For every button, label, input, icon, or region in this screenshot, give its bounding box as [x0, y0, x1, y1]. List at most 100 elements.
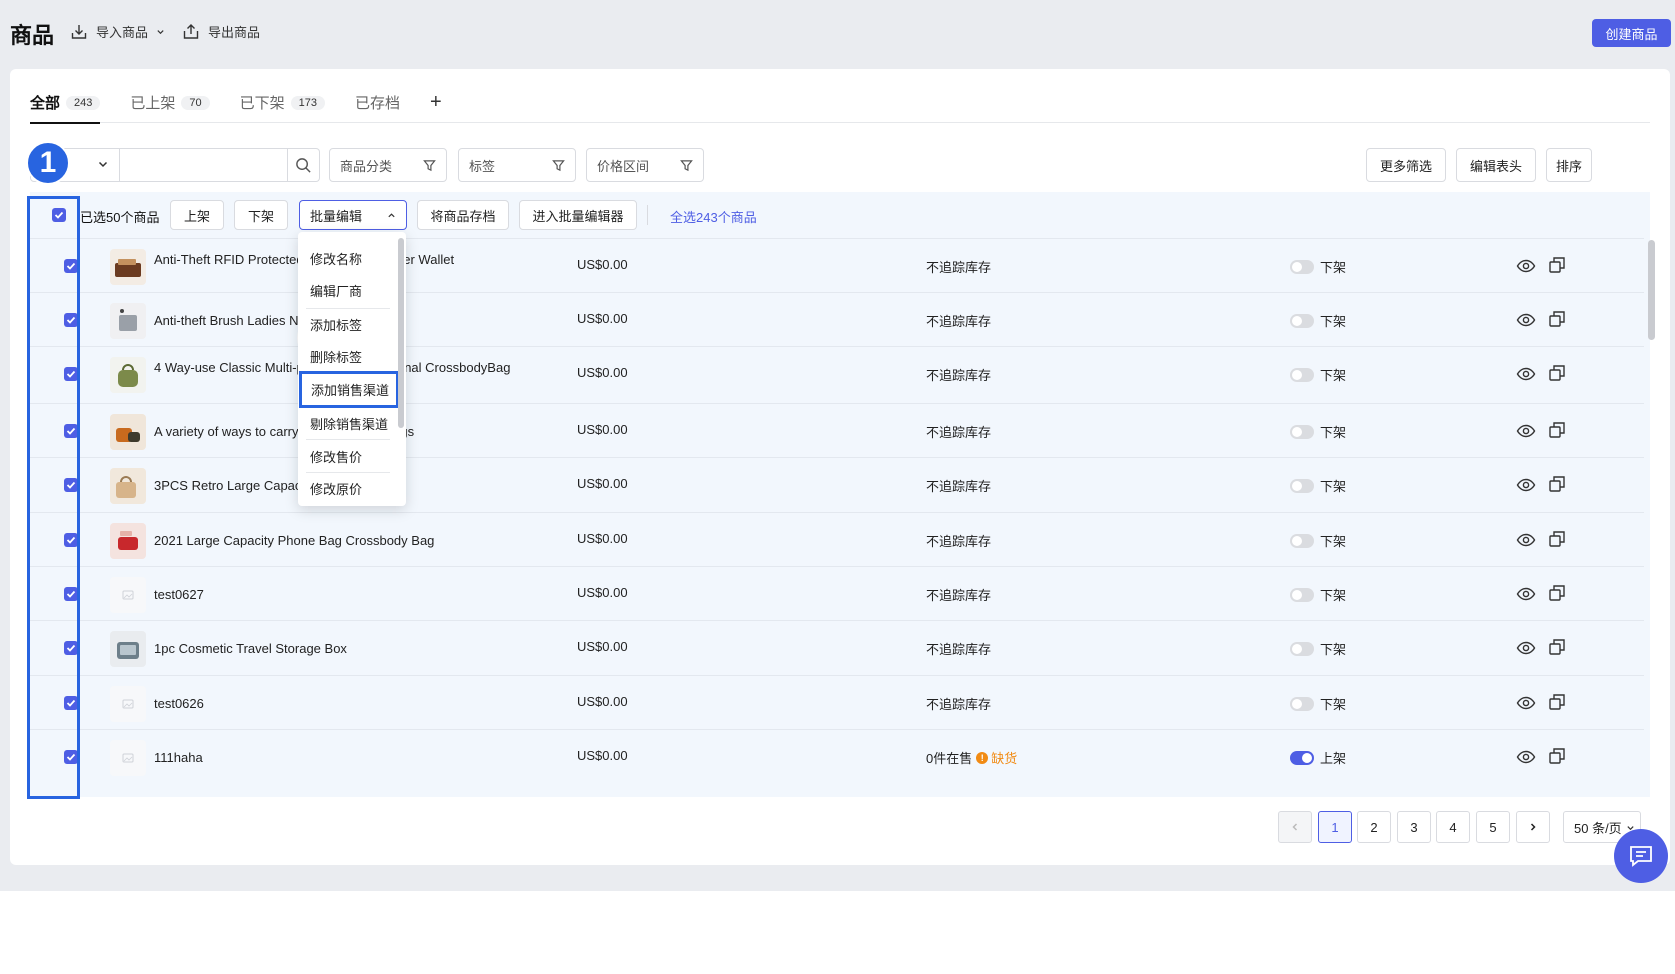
duplicate-icon[interactable] — [1548, 638, 1566, 656]
menu-item-edit-compare-price[interactable]: 修改原价 — [298, 472, 392, 504]
eye-icon[interactable] — [1516, 530, 1536, 550]
create-product-button[interactable]: 创建商品 — [1592, 19, 1671, 47]
menu-item-add-sales-channel[interactable]: 添加销售渠道 — [299, 371, 399, 408]
page-button[interactable]: 4 — [1436, 811, 1470, 843]
menu-item-remove-tag[interactable]: 删除标签 — [298, 340, 392, 372]
select-all-checkbox[interactable] — [52, 208, 66, 222]
publish-toggle[interactable] — [1290, 750, 1314, 765]
eye-icon[interactable] — [1516, 747, 1536, 767]
tab-archived[interactable]: 已存档 — [355, 83, 400, 123]
eye-icon[interactable] — [1516, 638, 1536, 658]
product-name[interactable]: 1pc Cosmetic Travel Storage Box — [154, 639, 514, 659]
product-name[interactable]: 2021 Large Capacity Phone Bag Crossbody … — [154, 531, 514, 551]
more-filters-button[interactable]: 更多筛选 — [1366, 148, 1446, 182]
table-row[interactable]: 2021 Large Capacity Phone Bag Crossbody … — [30, 512, 1644, 567]
table-row[interactable]: Anti-Theft RFID Protected Multi-Card Lea… — [30, 238, 1644, 293]
menu-item-edit-price[interactable]: 修改售价 — [298, 440, 392, 472]
table-scrollbar[interactable] — [1648, 240, 1655, 340]
tag-filter[interactable]: 标签 — [458, 148, 576, 182]
page-button[interactable]: 2 — [1357, 811, 1391, 843]
menu-item-remove-sales-channel[interactable]: 剔除销售渠道 — [298, 407, 392, 439]
import-products-button[interactable]: 导入商品 — [70, 22, 165, 41]
eye-icon[interactable] — [1516, 421, 1536, 441]
row-checkbox[interactable] — [64, 641, 78, 655]
select-all-link[interactable]: 全选243个商品 — [670, 207, 757, 226]
duplicate-icon[interactable] — [1548, 584, 1566, 602]
row-checkbox[interactable] — [64, 533, 78, 547]
chat-support-button[interactable] — [1614, 829, 1668, 883]
next-page-button[interactable] — [1516, 811, 1550, 843]
product-thumbnail — [110, 740, 146, 776]
eye-icon[interactable] — [1516, 310, 1536, 330]
eye-icon[interactable] — [1516, 256, 1536, 276]
row-checkbox[interactable] — [64, 259, 78, 273]
search-input[interactable] — [120, 148, 288, 182]
category-filter[interactable]: 商品分类 — [329, 148, 447, 182]
tab-all[interactable]: 全部 243 — [30, 83, 101, 124]
duplicate-icon[interactable] — [1548, 364, 1566, 382]
table-row[interactable]: Anti-theft Brush Ladies New Card Bag US$0… — [30, 292, 1644, 347]
menu-item-add-tag[interactable]: 添加标签 — [298, 308, 392, 340]
row-checkbox[interactable] — [64, 750, 78, 764]
publish-toggle[interactable] — [1290, 696, 1314, 711]
product-name[interactable]: test0627 — [154, 585, 514, 605]
row-checkbox[interactable] — [64, 313, 78, 327]
publish-toggle[interactable] — [1290, 478, 1314, 493]
publish-toggle[interactable] — [1290, 587, 1314, 602]
product-name[interactable]: test0626 — [154, 694, 514, 714]
table-row[interactable]: test0626 US$0.00 不追踪库存 下架 — [30, 675, 1644, 730]
tab-label: 已下架 — [239, 95, 285, 112]
page-button[interactable]: 5 — [1476, 811, 1510, 843]
stock-warning: ! 缺货 — [976, 748, 1017, 767]
archive-button[interactable]: 将商品存档 — [417, 200, 509, 230]
duplicate-icon[interactable] — [1548, 475, 1566, 493]
menu-item-edit-name[interactable]: 修改名称 — [298, 242, 392, 274]
eye-icon[interactable] — [1516, 584, 1536, 604]
table-row[interactable]: 3PCS Retro Large Capacity Bag Set US$0.00… — [30, 457, 1644, 512]
duplicate-icon[interactable] — [1548, 693, 1566, 711]
tab-published[interactable]: 已上架 70 — [130, 83, 210, 123]
row-checkbox[interactable] — [64, 424, 78, 438]
add-tab-button[interactable]: + — [430, 91, 442, 114]
publish-toggle[interactable] — [1290, 259, 1314, 274]
table-row[interactable]: test0627 US$0.00 不追踪库存 下架 — [30, 566, 1644, 621]
prev-page-button[interactable] — [1278, 811, 1312, 843]
duplicate-icon[interactable] — [1548, 310, 1566, 328]
eye-icon[interactable] — [1516, 364, 1536, 384]
product-name[interactable]: 111haha — [154, 748, 514, 768]
edit-columns-button[interactable]: 编辑表头 — [1456, 148, 1536, 182]
duplicate-icon[interactable] — [1548, 530, 1566, 548]
export-products-button[interactable]: 导出商品 — [182, 22, 260, 41]
publish-toggle[interactable] — [1290, 424, 1314, 439]
publish-toggle[interactable] — [1290, 367, 1314, 382]
sort-button[interactable]: 排序 — [1546, 148, 1592, 182]
duplicate-icon[interactable] — [1548, 256, 1566, 274]
duplicate-icon[interactable] — [1548, 747, 1566, 765]
duplicate-icon[interactable] — [1548, 421, 1566, 439]
eye-icon[interactable] — [1516, 475, 1536, 495]
batch-editor-button[interactable]: 进入批量编辑器 — [519, 200, 637, 230]
product-thumbnail — [110, 414, 146, 450]
batch-edit-dropdown[interactable]: 批量编辑 — [299, 200, 407, 230]
publish-toggle[interactable] — [1290, 313, 1314, 328]
tab-unpublished[interactable]: 已下架 173 — [239, 83, 326, 123]
page-button[interactable]: 3 — [1397, 811, 1431, 843]
row-checkbox[interactable] — [64, 367, 78, 381]
page-button[interactable]: 1 — [1318, 811, 1352, 843]
menu-item-edit-vendor[interactable]: 编辑厂商 — [298, 274, 392, 306]
row-checkbox[interactable] — [64, 587, 78, 601]
price-range-filter[interactable]: 价格区间 — [586, 148, 704, 182]
publish-toggle[interactable] — [1290, 533, 1314, 548]
table-row[interactable]: 4 Way-use Classic Multi-pocket Multifunc… — [30, 346, 1644, 401]
search-button[interactable] — [288, 148, 320, 182]
unpublish-button[interactable]: 下架 — [234, 200, 288, 230]
row-checkbox[interactable] — [64, 696, 78, 710]
table-row[interactable]: 111haha US$0.00 0件在售! 缺货 上架 — [30, 729, 1644, 784]
eye-icon[interactable] — [1516, 693, 1536, 713]
publish-button[interactable]: 上架 — [170, 200, 224, 230]
table-row[interactable]: A variety of ways to carry large capacit… — [30, 403, 1644, 458]
table-row[interactable]: 1pc Cosmetic Travel Storage Box US$0.00 不追… — [30, 620, 1644, 675]
menu-scrollbar[interactable] — [398, 238, 404, 428]
publish-toggle[interactable] — [1290, 641, 1314, 656]
row-checkbox[interactable] — [64, 478, 78, 492]
